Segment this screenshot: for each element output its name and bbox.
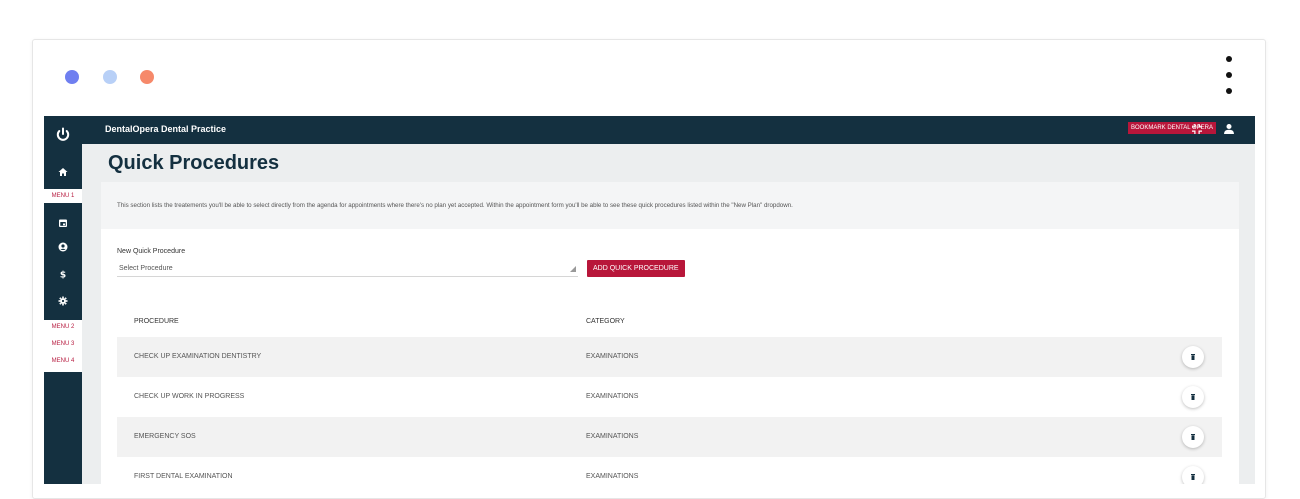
practice-name: DentalOpera Dental Practice xyxy=(105,124,227,134)
category-cell: EXAMINATIONS xyxy=(586,353,639,360)
header-procedure: PROCEDURE xyxy=(134,318,179,325)
procedure-select-value: Select Procedure xyxy=(119,265,173,272)
user-icon[interactable] xyxy=(1222,122,1236,136)
home-icon[interactable] xyxy=(44,163,82,181)
procedure-cell: FIRST DENTAL EXAMINATION xyxy=(134,473,233,480)
table-row: FIRST DENTAL EXAMINATION EXAMINATIONS xyxy=(117,457,1222,484)
trash-icon xyxy=(1191,394,1195,400)
trash-icon xyxy=(1191,434,1195,440)
procedure-cell: CHECK UP WORK IN PROGRESS xyxy=(134,393,245,400)
window-dot-blue xyxy=(65,70,79,84)
table-row: CHECK UP WORK IN PROGRESS EXAMINATIONS xyxy=(117,377,1222,417)
collapse-icon[interactable] xyxy=(1190,122,1204,136)
more-options-icon[interactable] xyxy=(1221,56,1237,100)
category-cell: EXAMINATIONS xyxy=(586,473,639,480)
description-panel: This section lists the treatements you'l… xyxy=(101,182,1239,229)
delete-button[interactable] xyxy=(1182,426,1204,448)
header-category: CATEGORY xyxy=(586,318,625,325)
sidebar-menu-1[interactable]: MENU 1 xyxy=(44,189,82,203)
dropdown-arrow-icon xyxy=(570,266,576,272)
trash-icon xyxy=(1191,474,1195,480)
window-dot-orange xyxy=(140,70,154,84)
table-row: EMERGENCY SOS EXAMINATIONS xyxy=(117,417,1222,457)
procedure-cell: EMERGENCY SOS xyxy=(134,433,196,440)
sidebar-menu-2[interactable]: MENU 2 xyxy=(44,320,82,334)
app-window: MENU 1 $ MENU 2 MENU 3 MENU 4 DentalOper… xyxy=(44,116,1255,484)
window-dot-lightblue xyxy=(103,70,117,84)
add-quick-procedure-button[interactable]: ADD QUICK PROCEDURE xyxy=(587,260,685,277)
delete-button[interactable] xyxy=(1182,386,1204,408)
category-cell: EXAMINATIONS xyxy=(586,393,639,400)
gear-icon[interactable] xyxy=(44,292,82,310)
delete-button[interactable] xyxy=(1182,466,1204,484)
delete-button[interactable] xyxy=(1182,346,1204,368)
procedure-cell: CHECK UP EXAMINATION DENTISTRY xyxy=(134,353,262,360)
content-panel: New Quick Procedure Select Procedure ADD… xyxy=(101,229,1239,484)
trash-icon xyxy=(1191,354,1195,360)
sidebar-menu-4[interactable]: MENU 4 xyxy=(44,354,82,368)
category-cell: EXAMINATIONS xyxy=(586,433,639,440)
sidebar-menu-3[interactable]: MENU 3 xyxy=(44,337,82,351)
user-circle-icon[interactable] xyxy=(44,238,82,256)
sidebar: MENU 1 $ MENU 2 MENU 3 MENU 4 xyxy=(44,116,82,484)
procedure-select[interactable]: Select Procedure xyxy=(117,262,578,277)
svg-text:$: $ xyxy=(60,271,66,280)
description-text: This section lists the treatements you'l… xyxy=(117,202,793,209)
top-bar: DentalOpera Dental Practice BOOKMARK DEN… xyxy=(82,116,1255,144)
page-title: Quick Procedures xyxy=(108,152,280,174)
power-icon[interactable] xyxy=(44,116,82,154)
calendar-icon[interactable] xyxy=(44,214,82,232)
table-row: CHECK UP EXAMINATION DENTISTRY EXAMINATI… xyxy=(117,337,1222,377)
dollar-icon[interactable]: $ xyxy=(44,265,82,283)
new-quick-procedure-label: New Quick Procedure xyxy=(117,248,186,255)
